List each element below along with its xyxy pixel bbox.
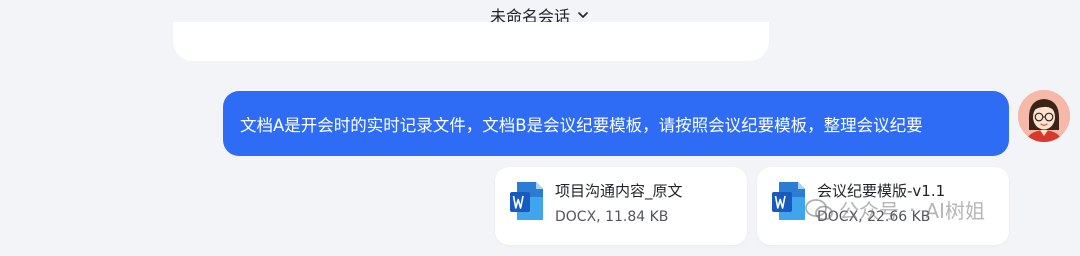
attachment-card[interactable]: 项目沟通内容_原文 DOCX, 11.84 KB bbox=[495, 167, 747, 245]
watermark-name: AI树姐 bbox=[925, 199, 985, 223]
chevron-down-icon bbox=[578, 12, 588, 18]
word-doc-icon bbox=[510, 182, 543, 220]
avatar[interactable] bbox=[1018, 90, 1070, 142]
user-avatar-icon bbox=[1018, 90, 1070, 142]
watermark-prefix: 公众号 bbox=[839, 199, 899, 223]
attachment-name: 项目沟通内容_原文 bbox=[555, 182, 683, 200]
word-doc-icon bbox=[772, 182, 805, 220]
user-message-bubble: 文档A是开会时的实时记录文件，文档B是会议纪要模板，请按照会议纪要模板，整理会议… bbox=[223, 91, 1009, 156]
watermark: 公众号 · AI树姐 bbox=[805, 195, 985, 224]
user-message-text: 文档A是开会时的实时记录文件，文档B是会议纪要模板，请按照会议纪要模板，整理会议… bbox=[240, 115, 923, 135]
attachment-meta: DOCX, 11.84 KB bbox=[555, 209, 669, 225]
wechat-icon bbox=[805, 198, 833, 220]
watermark-separator: · bbox=[909, 197, 916, 222]
previous-message-bubble bbox=[173, 22, 769, 61]
